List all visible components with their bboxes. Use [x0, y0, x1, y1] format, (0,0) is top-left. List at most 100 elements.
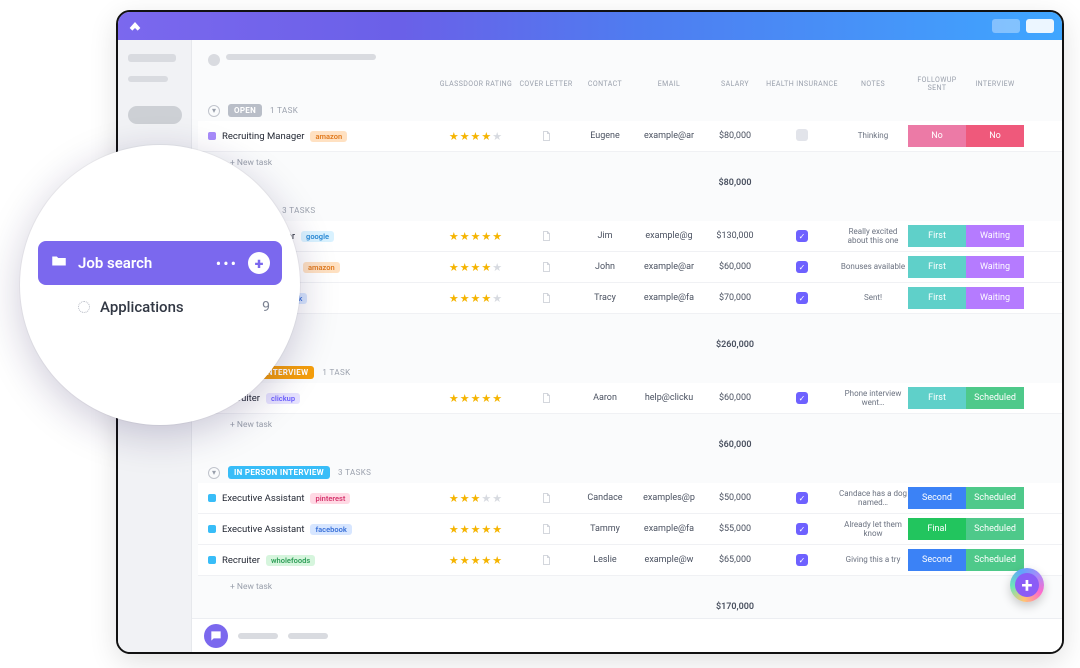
cover-letter-icon[interactable] [516, 291, 576, 305]
interview-badge[interactable]: No [966, 125, 1024, 147]
collapse-toggle[interactable]: ▾ [208, 105, 220, 117]
health-insurance-cell[interactable]: ✓ [766, 554, 838, 566]
checkbox-icon[interactable]: ✓ [796, 261, 808, 273]
followup-badge[interactable]: Second [908, 487, 966, 509]
global-add-button[interactable]: + [1010, 568, 1044, 602]
status-square-icon[interactable] [208, 132, 216, 140]
notes-cell[interactable]: Giving this a try [838, 555, 908, 564]
interview-badge[interactable]: Waiting [966, 287, 1024, 309]
status-pill[interactable]: IN PERSON INTERVIEW [228, 466, 330, 479]
notes-cell[interactable]: Already let them know [838, 520, 908, 538]
sidebar-list-applications[interactable]: Applications 9 [38, 285, 282, 329]
health-insurance-cell[interactable] [766, 129, 838, 144]
task-title[interactable]: Executive Assistant [222, 524, 304, 535]
subtotal-spacer [516, 440, 576, 450]
notes-cell[interactable]: Sent! [838, 293, 908, 302]
checkbox-icon[interactable]: ✓ [796, 292, 808, 304]
notes-cell[interactable]: Thinking [838, 131, 908, 140]
task-row[interactable]: Executive Assistantpinterest★★★★★Candace… [198, 483, 1062, 514]
followup-badge[interactable]: No [908, 125, 966, 147]
company-tag[interactable]: facebook [310, 524, 351, 535]
checkbox-icon[interactable]: ✓ [796, 392, 808, 404]
cover-letter-icon[interactable] [516, 491, 576, 505]
subtotal-spacer [838, 602, 908, 612]
health-insurance-cell[interactable]: ✓ [766, 292, 838, 304]
followup-badge[interactable]: First [908, 256, 966, 278]
interview-badge[interactable]: Scheduled [966, 518, 1024, 540]
task-row[interactable]: Product Managergoogle★★★★★Jimexample@g$1… [198, 221, 1062, 252]
interview-badge[interactable]: Scheduled [966, 487, 1024, 509]
interview-badge[interactable]: Scheduled [966, 549, 1024, 571]
followup-badge[interactable]: First [908, 225, 966, 247]
cover-letter-icon[interactable] [516, 229, 576, 243]
cover-letter-icon[interactable] [516, 129, 576, 143]
sidebar-list-count: 9 [262, 299, 270, 315]
new-task-button[interactable]: + New task [198, 576, 1062, 598]
health-insurance-cell[interactable]: ✓ [766, 492, 838, 504]
health-insurance-cell[interactable]: ✓ [766, 261, 838, 273]
task-title[interactable]: Recruiting Manager [222, 131, 304, 142]
status-square-icon[interactable] [208, 494, 216, 502]
task-row[interactable]: Recruiterclickup★★★★★Aaronhelp@clicku$60… [198, 383, 1062, 414]
task-row[interactable]: Recruiterwholefoods★★★★★Leslieexample@w$… [198, 545, 1062, 576]
company-tag[interactable]: clickup [266, 393, 300, 404]
followup-badge[interactable]: First [908, 287, 966, 309]
collapse-toggle[interactable]: ▾ [208, 467, 220, 479]
company-tag[interactable]: google [301, 231, 334, 242]
company-tag[interactable]: wholefoods [266, 555, 315, 566]
checkbox-icon[interactable] [796, 129, 808, 141]
add-list-button[interactable]: + [248, 252, 270, 274]
new-task-button[interactable]: + New task [198, 414, 1062, 436]
health-insurance-cell[interactable]: ✓ [766, 523, 838, 535]
company-tag[interactable]: amazon [303, 262, 340, 273]
more-icon[interactable]: ••• [216, 254, 238, 273]
task-row[interactable]: Recruiterfacebook★★★★★Tracyexample@fa$70… [198, 283, 1062, 314]
notes-cell[interactable]: Bonuses available [838, 262, 908, 271]
task-row[interactable]: Recruiting Manageramazon★★★★★Eugeneexamp… [198, 121, 1062, 152]
status-square-icon[interactable] [208, 556, 216, 564]
interview-badge[interactable]: Waiting [966, 256, 1024, 278]
task-row[interactable]: Executive Assistantfacebook★★★★★Tammyexa… [198, 514, 1062, 545]
email-cell: example@g [634, 231, 704, 241]
subtotal-spacer [516, 340, 576, 350]
interview-badge[interactable]: Waiting [966, 225, 1024, 247]
interview-badge[interactable]: Scheduled [966, 387, 1024, 409]
contact-cell: John [576, 262, 634, 272]
status-pill[interactable]: OPEN [228, 104, 262, 117]
company-tag[interactable]: amazon [310, 131, 347, 142]
checkbox-icon[interactable]: ✓ [796, 492, 808, 504]
salary-cell: $60,000 [704, 262, 766, 272]
task-title[interactable]: Recruiter [222, 555, 260, 566]
checkbox-icon[interactable]: ✓ [796, 523, 808, 535]
status-square-icon[interactable] [208, 525, 216, 533]
subtotal-spacer [908, 340, 966, 350]
notes-cell[interactable]: Really excited about this one [838, 227, 908, 245]
sidebar-folder-job-search[interactable]: Job search ••• + [38, 241, 282, 285]
cover-letter-icon[interactable] [516, 522, 576, 536]
sidebar-search-skeleton[interactable] [128, 106, 182, 124]
notes-cell[interactable]: Phone interview went… [838, 389, 908, 407]
new-task-button[interactable]: + New task [198, 152, 1062, 174]
checkbox-icon[interactable]: ✓ [796, 230, 808, 242]
chat-icon[interactable] [204, 624, 228, 648]
task-title[interactable]: Executive Assistant [222, 493, 304, 504]
health-insurance-cell[interactable]: ✓ [766, 392, 838, 404]
subtotal-spacer [838, 340, 908, 350]
window-control[interactable] [992, 19, 1020, 33]
cover-letter-icon[interactable] [516, 260, 576, 274]
cover-letter-icon[interactable] [516, 391, 576, 405]
notes-cell[interactable]: Candace has a dog named… [838, 489, 908, 507]
footer-skeleton [288, 633, 328, 639]
task-count: 1 TASK [270, 106, 298, 115]
followup-badge[interactable]: Second [908, 549, 966, 571]
company-tag[interactable]: pinterest [310, 493, 350, 504]
breadcrumb-skeleton [208, 54, 220, 66]
window-control[interactable] [1026, 19, 1054, 33]
health-insurance-cell[interactable]: ✓ [766, 230, 838, 242]
cover-letter-icon[interactable] [516, 553, 576, 567]
checkbox-icon[interactable]: ✓ [796, 554, 808, 566]
followup-badge[interactable]: First [908, 387, 966, 409]
task-row[interactable]: Account Manageramazon★★★★★Johnexample@ar… [198, 252, 1062, 283]
new-task-button[interactable]: + New task [198, 314, 1062, 336]
followup-badge[interactable]: Final [908, 518, 966, 540]
